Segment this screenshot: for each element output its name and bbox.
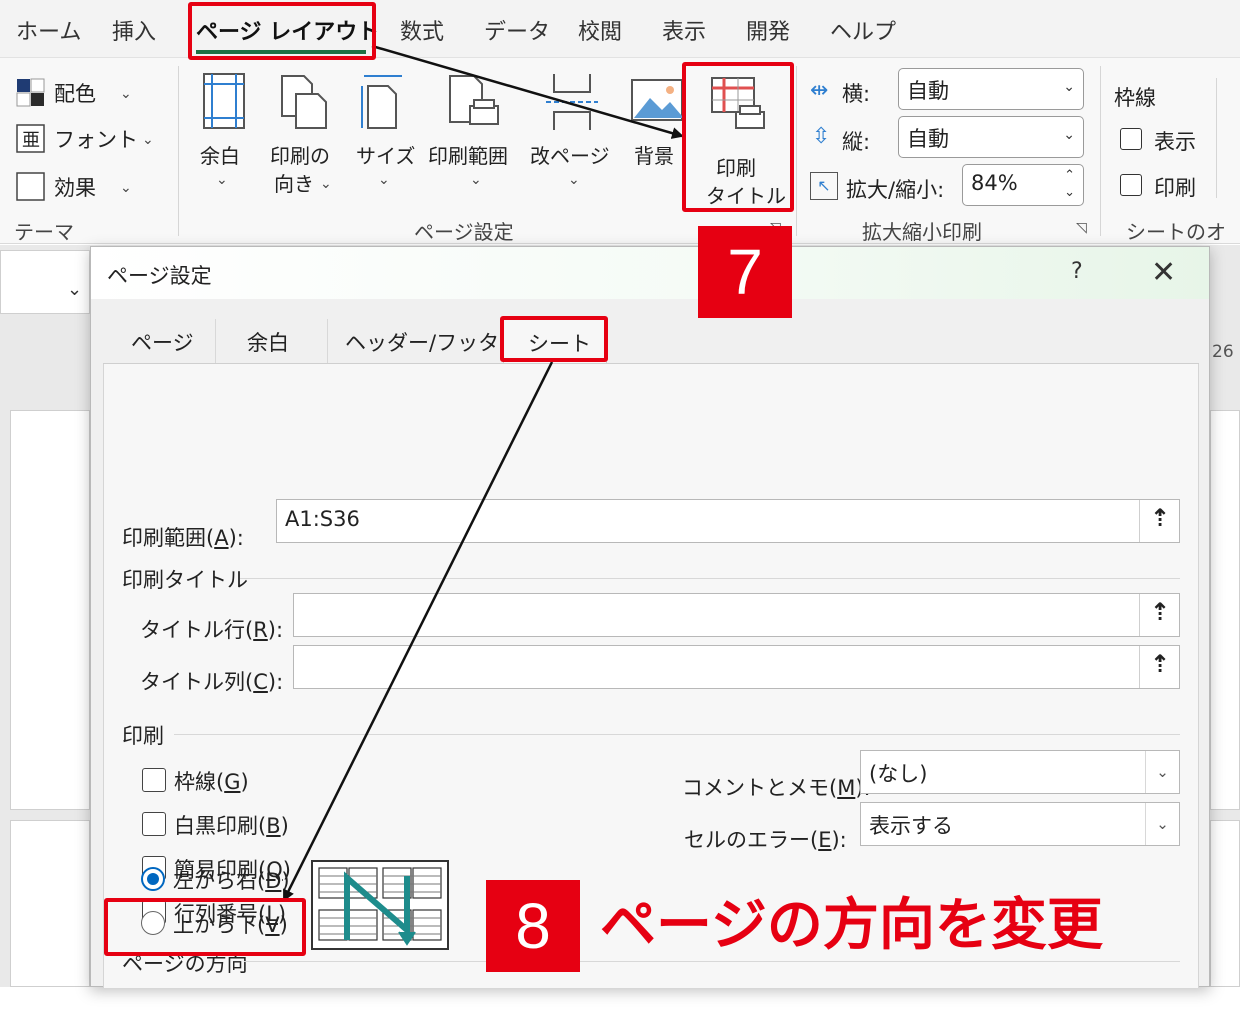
highlight-sheet-tab: [500, 316, 608, 362]
step-7-badge: 7: [698, 226, 792, 318]
instruction-text: ページの方向を変更: [600, 893, 1103, 958]
arrow-to-print-titles: [371, 44, 684, 139]
step-8-badge: 8: [486, 880, 580, 972]
highlight-top-to-bottom: [104, 898, 306, 956]
annotation-arrows: [282, 44, 684, 902]
highlight-page-layout-tab: [188, 2, 376, 60]
highlight-print-titles-button: [682, 62, 794, 212]
arrow-to-page-order: [282, 361, 554, 902]
